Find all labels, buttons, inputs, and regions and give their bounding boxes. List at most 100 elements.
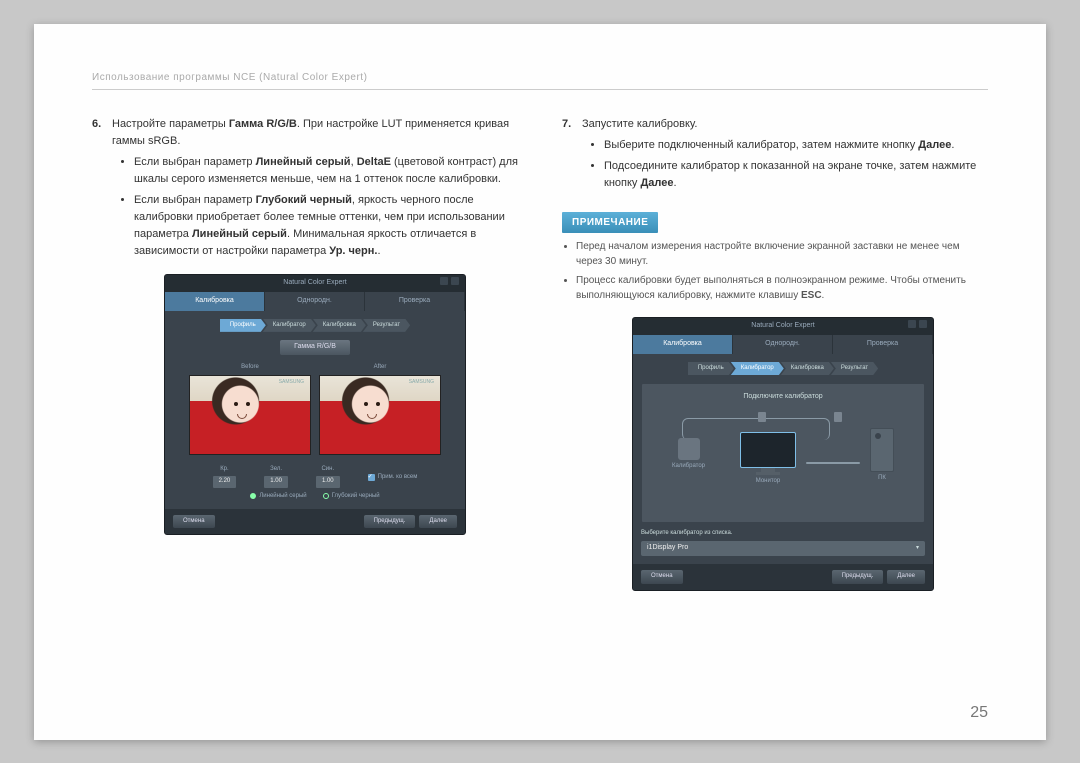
text: Настройте параметры	[112, 118, 229, 130]
window-buttons	[908, 320, 927, 328]
app-body: Профиль Калибратор Калибровка Результат …	[633, 354, 933, 564]
app-body: Профиль Калибратор Калибровка Результат …	[165, 311, 465, 509]
slider-green[interactable]: Зел. 1.00	[264, 465, 288, 488]
before-after-wrap: Before SAMSUNG After	[173, 363, 457, 455]
slider-blue[interactable]: Син. 1.00	[316, 465, 340, 488]
radio-label: Линейный серый	[259, 492, 306, 501]
radio-linear-gray[interactable]: Линейный серый	[250, 492, 306, 501]
help-icon[interactable]	[919, 320, 927, 328]
before-label: Before	[241, 364, 259, 370]
document-page: Использование программы NCE (Natural Col…	[34, 24, 1046, 740]
window-titlebar: Natural Color Expert	[165, 275, 465, 292]
text: Если выбран параметр	[134, 194, 256, 206]
black-mode-radios: Линейный серый Глубокий черный	[173, 492, 457, 501]
crumb-profile[interactable]: Профиль	[688, 362, 734, 375]
crumb-result[interactable]: Результат	[363, 319, 410, 332]
slider-red[interactable]: Кр. 2.20	[213, 465, 237, 488]
note-badge: ПРИМЕЧАНИЕ	[562, 212, 658, 234]
bold: Далее	[640, 177, 673, 189]
page-number: 25	[970, 704, 988, 722]
step-body: Запустите калибровку. Выберите подключен…	[582, 116, 988, 196]
main-tabs: Калибровка Однородн. Проверка	[165, 292, 465, 311]
note-list: Перед началом измерения настройте включе…	[562, 239, 988, 303]
crumb-calibration[interactable]: Калибровка	[313, 319, 366, 332]
after-image: SAMSUNG	[319, 375, 441, 455]
crumb-calibration[interactable]: Калибровка	[781, 362, 834, 375]
step-6: 6. Настройте параметры Гамма R/G/B. При …	[92, 116, 518, 536]
samsung-logo: SAMSUNG	[409, 379, 434, 387]
next-button[interactable]: Далее	[887, 570, 925, 583]
gamma-rgb-button[interactable]: Гамма R/G/B	[280, 340, 350, 355]
wizard-footer: Отмена Предыдущ. Далее	[165, 509, 465, 534]
minimize-icon[interactable]	[440, 277, 448, 285]
node-label: Монитор	[756, 478, 780, 484]
slider-label: Кр.	[213, 465, 237, 474]
text: .	[822, 290, 825, 301]
left-column: 6. Настройте параметры Гамма R/G/B. При …	[92, 116, 518, 591]
prev-button[interactable]: Предыдущ.	[364, 515, 416, 528]
text: Если выбран параметр	[134, 156, 256, 168]
cancel-button[interactable]: Отмена	[173, 515, 215, 528]
help-icon[interactable]	[451, 277, 459, 285]
crumb-profile[interactable]: Профиль	[220, 319, 266, 332]
right-column: 7. Запустите калибровку. Выберите подклю…	[562, 116, 988, 591]
gamma-sliders: Кр. 2.20 Зел. 1.00 Син. 1.00	[173, 465, 457, 488]
apply-all-checkbox[interactable]: Прим. ко всем	[368, 468, 418, 488]
minimize-icon[interactable]	[908, 320, 916, 328]
note-item: Процесс калибровки будет выполняться в п…	[576, 273, 988, 303]
prev-button[interactable]: Предыдущ.	[832, 570, 884, 583]
two-column-layout: 6. Настройте параметры Гамма R/G/B. При …	[92, 116, 988, 591]
text: .	[951, 139, 954, 151]
usb-icon	[834, 412, 842, 422]
usb-icon	[758, 412, 766, 422]
bold: DeltaE	[357, 156, 391, 168]
note-item: Перед началом измерения настройте включе…	[576, 239, 988, 269]
window-titlebar: Natural Color Expert	[633, 318, 933, 335]
header-rule	[92, 89, 988, 90]
bullet-list: Если выбран параметр Линейный серый, Del…	[112, 154, 518, 260]
bold: Линейный серый	[256, 156, 351, 168]
before-cell: Before SAMSUNG	[189, 363, 311, 455]
window-buttons	[440, 277, 459, 285]
bold: Гамма R/G/B	[229, 118, 297, 130]
tab-check[interactable]: Проверка	[833, 335, 932, 354]
step-body: Настройте параметры Гамма R/G/B. При нас…	[112, 116, 518, 536]
checkbox-icon	[368, 474, 375, 481]
slider-label: Син.	[316, 465, 340, 474]
bullet: Если выбран параметр Линейный серый, Del…	[134, 154, 518, 188]
tab-check[interactable]: Проверка	[365, 292, 464, 311]
step-number: 6.	[92, 116, 106, 536]
main-tabs: Калибровка Однородн. Проверка	[633, 335, 933, 354]
connection-diagram: Подключите калибратор Калибратор Монитор	[641, 383, 925, 523]
pc-node: ПК	[870, 428, 894, 483]
bullet-list: Выберите подключенный калибратор, затем …	[582, 137, 988, 192]
crumb-calibrator[interactable]: Калибратор	[263, 319, 316, 332]
cancel-button[interactable]: Отмена	[641, 570, 683, 583]
crumb-calibrator[interactable]: Калибратор	[731, 362, 784, 375]
calibrator-select[interactable]: i1Display Pro ▾	[641, 541, 925, 556]
bold: ESC	[801, 290, 822, 301]
next-button[interactable]: Далее	[419, 515, 457, 528]
pc-icon	[870, 428, 894, 472]
radio-icon	[323, 493, 329, 499]
tab-calibration[interactable]: Калибровка	[165, 292, 264, 311]
text: .	[674, 177, 677, 189]
radio-deep-black[interactable]: Глубокий черный	[323, 492, 380, 501]
select-value: i1Display Pro	[647, 543, 688, 554]
bold: Глубокий черный	[256, 194, 352, 206]
tab-uniformity[interactable]: Однородн.	[265, 292, 364, 311]
window-title: Natural Color Expert	[283, 279, 346, 286]
after-cell: After SAMSUNG	[319, 363, 441, 455]
text: Выберите подключенный калибратор, затем …	[604, 139, 918, 151]
diagram-title: Подключите калибратор	[642, 392, 924, 403]
samsung-logo: SAMSUNG	[279, 379, 304, 387]
tab-calibration[interactable]: Калибровка	[633, 335, 732, 354]
wizard-breadcrumb: Профиль Калибратор Калибровка Результат	[173, 319, 457, 332]
monitor-node: Монитор	[740, 432, 796, 486]
tab-uniformity[interactable]: Однородн.	[733, 335, 832, 354]
bold: Далее	[918, 139, 951, 151]
monitor-icon	[740, 432, 796, 468]
slider-value: 1.00	[316, 476, 340, 487]
crumb-result[interactable]: Результат	[831, 362, 878, 375]
text: Запустите калибровку.	[582, 118, 697, 130]
